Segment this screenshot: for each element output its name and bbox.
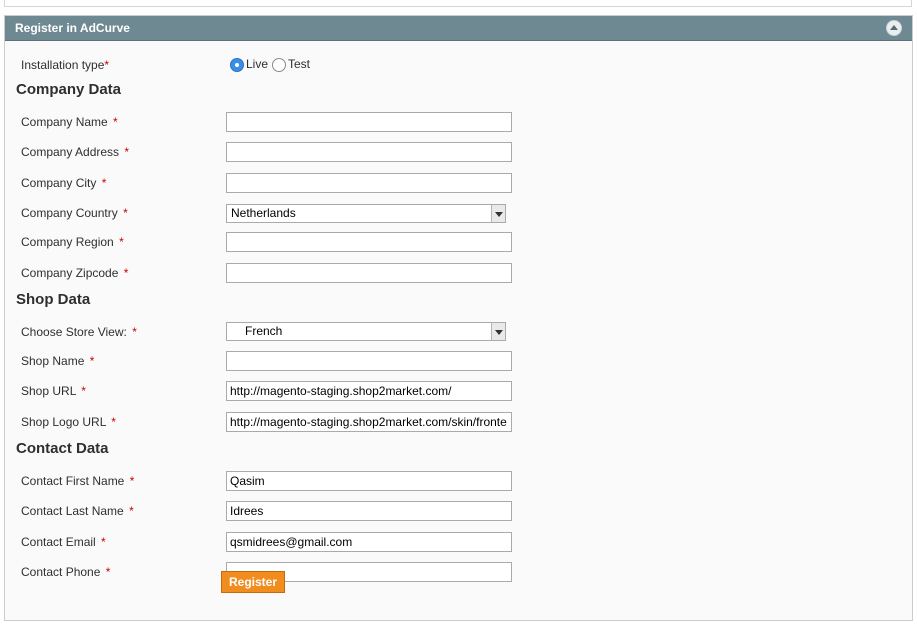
shop-name-label: Shop Name * bbox=[21, 354, 95, 368]
store-view-select[interactable]: French bbox=[226, 322, 506, 341]
company-zipcode-input[interactable] bbox=[226, 263, 512, 283]
installation-type-label: Installation type* bbox=[21, 58, 110, 72]
shop-logo-url-label: Shop Logo URL * bbox=[21, 415, 116, 429]
company-zipcode-label: Company Zipcode * bbox=[21, 266, 129, 280]
contact-first-name-input[interactable]: Qasim bbox=[226, 471, 512, 491]
radio-live[interactable] bbox=[230, 58, 244, 72]
contact-phone-label: Contact Phone * bbox=[21, 565, 111, 579]
company-region-label: Company Region * bbox=[21, 235, 124, 249]
company-address-label: Company Address * bbox=[21, 145, 130, 159]
contact-last-name-input[interactable]: Idrees bbox=[226, 501, 512, 521]
contact-email-input[interactable]: qsmidrees@gmail.com bbox=[226, 532, 512, 552]
company-city-input[interactable] bbox=[226, 173, 512, 193]
radio-test-label[interactable]: Test bbox=[288, 57, 310, 71]
contact-first-name-label: Contact First Name * bbox=[21, 474, 135, 488]
shop-data-heading: Shop Data bbox=[16, 291, 91, 308]
shop-name-input[interactable] bbox=[226, 351, 512, 371]
contact-last-name-label: Contact Last Name * bbox=[21, 504, 134, 518]
register-button[interactable]: Register bbox=[221, 571, 285, 593]
company-country-label: Company Country * bbox=[21, 206, 128, 220]
company-country-select[interactable]: Netherlands bbox=[226, 204, 506, 223]
store-view-value: French bbox=[245, 324, 283, 338]
collapse-icon[interactable] bbox=[886, 20, 902, 36]
previous-panel-edge bbox=[4, 0, 912, 7]
company-city-label: Company City * bbox=[21, 176, 107, 190]
chevron-down-icon bbox=[491, 205, 505, 222]
company-country-value: Netherlands bbox=[231, 206, 296, 220]
shop-url-input[interactable]: http://magento-staging.shop2market.com/ bbox=[226, 381, 512, 401]
register-panel: Register in AdCurve bbox=[4, 15, 913, 621]
company-address-input[interactable] bbox=[226, 142, 512, 162]
panel-header[interactable]: Register in AdCurve bbox=[5, 16, 912, 41]
company-region-input[interactable] bbox=[226, 232, 512, 252]
shop-logo-url-input[interactable]: http://magento-staging.shop2market.com/s… bbox=[226, 412, 512, 432]
company-data-heading: Company Data bbox=[16, 81, 122, 98]
chevron-down-icon bbox=[491, 323, 505, 340]
shop-url-label: Shop URL * bbox=[21, 384, 86, 398]
contact-data-heading: Contact Data bbox=[16, 440, 109, 457]
company-name-input[interactable] bbox=[226, 112, 512, 132]
radio-live-label[interactable]: Live bbox=[246, 57, 268, 71]
store-view-label: Choose Store View: * bbox=[21, 325, 137, 339]
radio-test[interactable] bbox=[272, 58, 286, 72]
company-name-label: Company Name * bbox=[21, 115, 118, 129]
panel-title: Register in AdCurve bbox=[15, 21, 130, 35]
contact-email-label: Contact Email * bbox=[21, 535, 106, 549]
